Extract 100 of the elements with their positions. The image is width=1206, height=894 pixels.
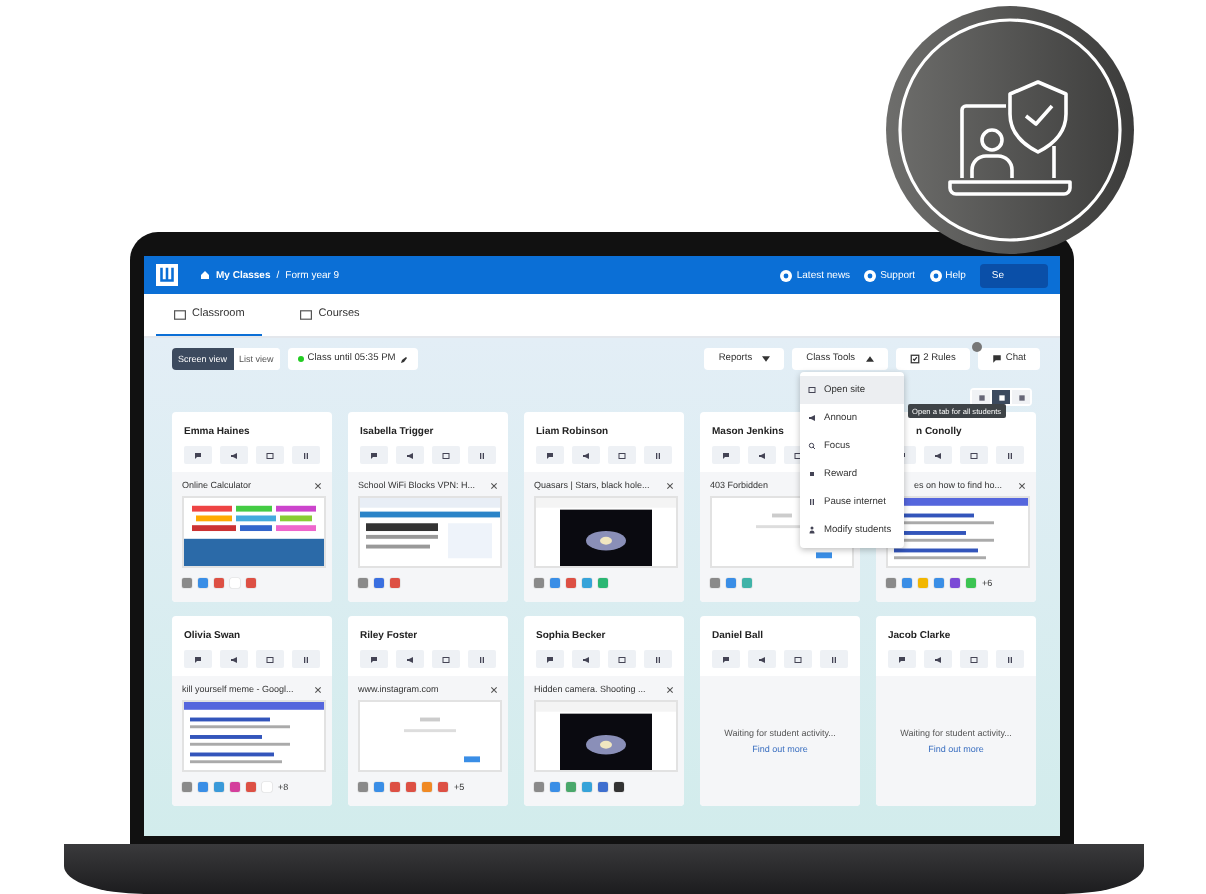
- close-icon[interactable]: [490, 481, 498, 489]
- screenshot-thumbnail: [182, 700, 326, 772]
- megaphone-icon: [230, 655, 238, 663]
- close-icon[interactable]: [666, 685, 674, 693]
- caret-icon: [865, 356, 874, 362]
- window-icon: [808, 386, 816, 394]
- pause-icon: [478, 655, 486, 663]
- message-button[interactable]: [184, 650, 212, 668]
- chat-icon: [194, 451, 202, 459]
- window-button[interactable]: [784, 650, 812, 668]
- megaphone-icon: [582, 655, 590, 663]
- megaphone-icon: [758, 451, 766, 459]
- megaphone-icon: [582, 451, 590, 459]
- layout-toggle[interactable]: [972, 390, 990, 404]
- megaphone-button[interactable]: [220, 446, 248, 464]
- megaphone-button[interactable]: [220, 650, 248, 668]
- chat-icon: [722, 451, 730, 459]
- message-button[interactable]: [360, 650, 388, 668]
- pause-button[interactable]: [468, 650, 496, 668]
- close-icon[interactable]: [1018, 481, 1026, 489]
- message-button[interactable]: [536, 650, 564, 668]
- window-button[interactable]: [256, 446, 284, 464]
- layout-icon: [997, 393, 1005, 401]
- pause-button[interactable]: [996, 650, 1024, 668]
- checklist-icon: [909, 354, 920, 364]
- window-button[interactable]: [960, 650, 988, 668]
- megaphone-button[interactable]: [572, 650, 600, 668]
- pause-button[interactable]: [644, 446, 672, 464]
- megaphone-icon: [758, 655, 766, 663]
- pause-button[interactable]: [820, 650, 848, 668]
- message-button[interactable]: [184, 446, 212, 464]
- chat-icon: [722, 655, 730, 663]
- layout-icon: [1017, 393, 1025, 401]
- pause-icon: [1006, 655, 1014, 663]
- window-icon: [266, 451, 274, 459]
- chat-icon: [370, 655, 378, 663]
- megaphone-button[interactable]: [572, 446, 600, 464]
- pause-icon: [478, 451, 486, 459]
- window-icon: [970, 655, 978, 663]
- megaphone-icon: [934, 655, 942, 663]
- screenshot-thumbnail: [182, 496, 326, 568]
- window-icon: [618, 655, 626, 663]
- pause-icon: [808, 498, 816, 506]
- pause-button[interactable]: [996, 446, 1024, 464]
- window-icon: [970, 451, 978, 459]
- megaphone-button[interactable]: [924, 446, 952, 464]
- message-button[interactable]: [360, 446, 388, 464]
- pause-button[interactable]: [292, 446, 320, 464]
- layout-toggle[interactable]: [992, 390, 1010, 404]
- message-button[interactable]: [712, 446, 740, 464]
- pause-icon: [302, 451, 310, 459]
- info-icon: [780, 269, 793, 281]
- window-button[interactable]: [432, 650, 460, 668]
- chat-icon: [546, 655, 554, 663]
- laptop-shield-badge-icon: [886, 6, 1134, 254]
- screenshot-thumbnail: [358, 496, 502, 568]
- window-icon: [794, 451, 802, 459]
- window-icon: [442, 655, 450, 663]
- tab-icon: [300, 309, 313, 319]
- close-icon[interactable]: [666, 481, 674, 489]
- message-button[interactable]: [712, 650, 740, 668]
- layout-toggle[interactable]: [1012, 390, 1030, 404]
- screenshot-thumbnail: [358, 700, 502, 772]
- megaphone-button[interactable]: [748, 650, 776, 668]
- window-button[interactable]: [432, 446, 460, 464]
- window-icon: [266, 655, 274, 663]
- window-icon: [442, 451, 450, 459]
- pause-button[interactable]: [468, 446, 496, 464]
- window-button[interactable]: [256, 650, 284, 668]
- screenshot-thumbnail: [534, 496, 678, 568]
- megaphone-button[interactable]: [396, 650, 424, 668]
- megaphone-button[interactable]: [924, 650, 952, 668]
- caret-icon: [762, 356, 771, 362]
- window-icon: [794, 655, 802, 663]
- megaphone-icon: [230, 451, 238, 459]
- window-button[interactable]: [608, 446, 636, 464]
- pause-button[interactable]: [292, 650, 320, 668]
- search-icon: [808, 442, 816, 450]
- chat-icon: [370, 451, 378, 459]
- person-icon: [808, 526, 816, 534]
- window-button[interactable]: [608, 650, 636, 668]
- pause-icon: [302, 655, 310, 663]
- pencil-icon: [399, 355, 408, 363]
- screenshot-thumbnail: [534, 700, 678, 772]
- pause-icon: [830, 655, 838, 663]
- tab-icon: [174, 309, 186, 319]
- message-button[interactable]: [536, 446, 564, 464]
- window-button[interactable]: [960, 446, 988, 464]
- close-icon[interactable]: [490, 685, 498, 693]
- close-icon[interactable]: [314, 481, 322, 489]
- pause-icon: [654, 655, 662, 663]
- megaphone-button[interactable]: [396, 446, 424, 464]
- pause-icon: [654, 451, 662, 459]
- chat-icon: [194, 655, 202, 663]
- pause-button[interactable]: [644, 650, 672, 668]
- megaphone-button[interactable]: [748, 446, 776, 464]
- pause-icon: [1006, 451, 1014, 459]
- close-icon[interactable]: [314, 685, 322, 693]
- chat-icon: [546, 451, 554, 459]
- message-button[interactable]: [888, 650, 916, 668]
